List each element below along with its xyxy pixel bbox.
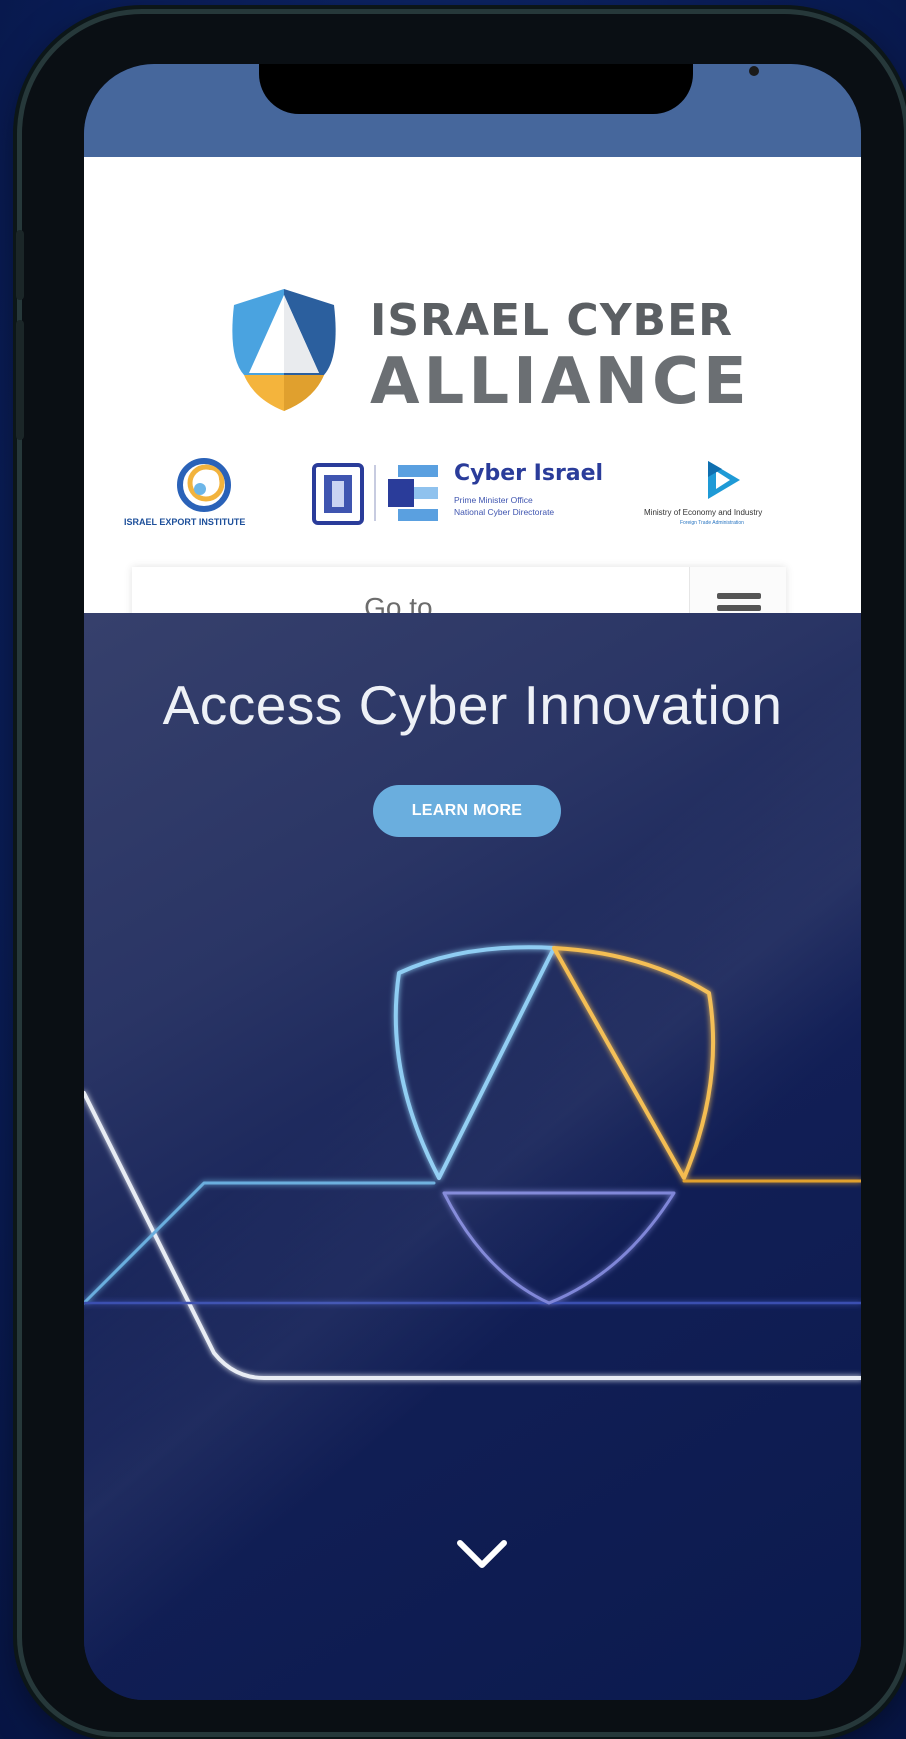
phone-screen: ISRAEL CYBER ALLIANCE ISRAEL EXPORT INST… <box>84 64 861 1700</box>
partner-logos: ISRAEL EXPORT INSTITUTE Cyber Israel Pri… <box>84 457 861 547</box>
site-logo[interactable]: ISRAEL CYBER ALLIANCE <box>224 287 747 419</box>
chevron-down-icon[interactable] <box>452 1533 512 1573</box>
camera-icon <box>749 66 759 76</box>
hero-title: Access Cyber Innovation <box>162 674 783 736</box>
cyber-israel-subtitle: National Cyber Directorate <box>454 507 555 517</box>
ministry-sublabel: Foreign Trade Administration <box>680 520 744 526</box>
cyber-israel-subtitle: Prime Minister Office <box>454 495 533 505</box>
divider <box>374 465 376 521</box>
brand-title-line1: ISRAEL CYBER <box>370 295 734 346</box>
brand-title-line2: ALLIANCE <box>370 345 751 419</box>
cyber-israel-title: Cyber Israel <box>454 461 604 486</box>
hamburger-menu-icon <box>717 605 761 611</box>
export-institute-logo-icon <box>177 458 231 512</box>
site-header: ISRAEL CYBER ALLIANCE ISRAEL EXPORT INST… <box>84 157 861 649</box>
ministry-logo-icon <box>708 461 740 499</box>
export-institute-label: ISRAEL EXPORT INSTITUTE <box>124 517 246 527</box>
phone-notch <box>259 64 759 114</box>
ministry-label: Ministry of Economy and Industry <box>644 508 763 517</box>
hamburger-menu-icon <box>717 593 761 599</box>
learn-more-button[interactable]: LEARN MORE <box>373 785 561 837</box>
partner-ministry-economy[interactable]: Ministry of Economy and Industry Foreign… <box>644 457 834 537</box>
emblem-icon <box>312 463 364 525</box>
shield-logo-icon <box>232 289 336 411</box>
hero-section: Access Cyber Innovation LEARN MORE <box>84 613 861 1700</box>
phone-side-button <box>16 320 24 440</box>
phone-side-button <box>16 230 24 300</box>
cyber-israel-logo-icon <box>388 465 438 521</box>
partner-export-institute[interactable]: ISRAEL EXPORT INSTITUTE <box>124 457 294 537</box>
partner-cyber-israel[interactable]: Cyber Israel Prime Minister Office Natio… <box>310 461 610 531</box>
